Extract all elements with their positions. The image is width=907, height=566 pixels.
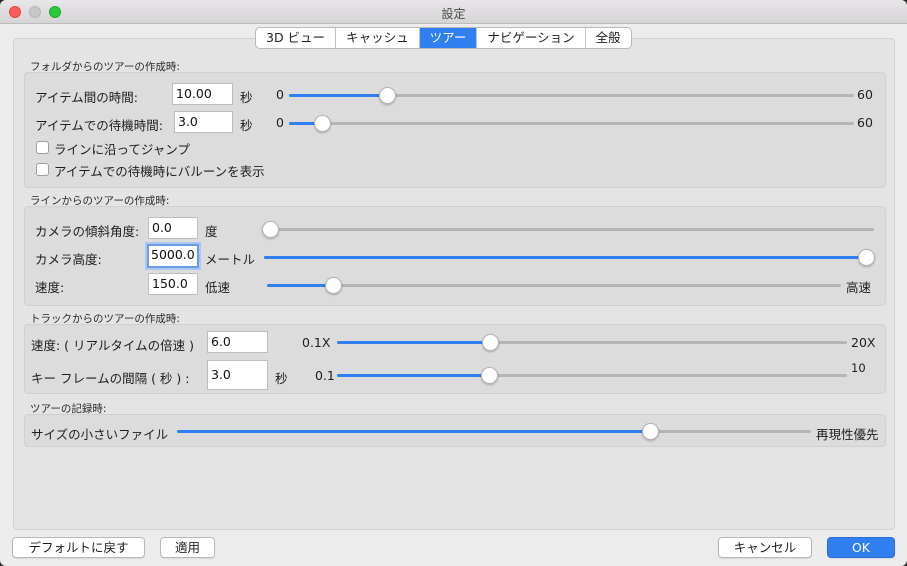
- tab-general[interactable]: 全般: [586, 28, 631, 48]
- wait-time-input[interactable]: 3.0: [174, 111, 233, 133]
- tour-settings-panel: フォルダからのツアーの作成時: アイテム間の時間: 10.00 秒 0 60 ア…: [13, 38, 895, 530]
- keyframe-interval-input[interactable]: 3.0: [207, 360, 268, 390]
- track-section-group: 速度: ( リアルタイムの倍速 ) 6.0 0.1X 20X キー フレームの間…: [24, 324, 886, 394]
- show-balloon-label[interactable]: アイテムでの待機時にバルーンを表示: [54, 161, 265, 180]
- line-section-group: カメラの傾斜角度: 0.0 度 カメラ高度: 5000.0 メートル 速度: 1…: [24, 206, 886, 306]
- time-between-slider-knob[interactable]: [379, 87, 396, 104]
- line-speed-slider[interactable]: [267, 277, 841, 294]
- record-section-group: サイズの小さいファイル 再現性優先: [24, 414, 886, 447]
- line-speed-label: 速度:: [35, 280, 65, 295]
- line-speed-input[interactable]: 150.0: [148, 273, 198, 295]
- camera-tilt-slider-knob[interactable]: [262, 221, 279, 238]
- keyframe-interval-label: キー フレームの間隔 ( 秒 ) :: [31, 371, 190, 386]
- camera-tilt-label: カメラの傾斜角度:: [35, 224, 140, 239]
- window-title: 設定: [441, 7, 466, 21]
- wait-time-max: 60: [857, 115, 873, 130]
- line-speed-slider-fill: [267, 284, 333, 287]
- keyframe-interval-unit: 秒: [275, 371, 288, 386]
- time-between-unit: 秒: [240, 90, 253, 105]
- restore-defaults-button[interactable]: デフォルトに戻す: [12, 537, 145, 558]
- ok-button[interactable]: OK: [827, 537, 895, 558]
- time-between-min: 0: [276, 87, 284, 102]
- track-speed-label: 速度: ( リアルタイムの倍速 ): [31, 338, 195, 353]
- line-speed-slider-knob[interactable]: [325, 277, 342, 294]
- jump-along-line-label[interactable]: ラインに沿ってジャンプ: [54, 139, 190, 158]
- wait-time-label: アイテムでの待機時間:: [35, 118, 163, 133]
- camera-altitude-unit: メートル: [205, 252, 256, 267]
- camera-altitude-slider[interactable]: [264, 249, 875, 266]
- jump-along-line-checkbox[interactable]: [36, 141, 49, 154]
- tab-tour[interactable]: ツアー: [419, 28, 478, 48]
- record-quality-max: 再現性優先: [816, 427, 879, 442]
- record-quality-slider[interactable]: [177, 423, 811, 440]
- camera-altitude-input[interactable]: 5000.0: [147, 244, 199, 268]
- keyframe-interval-slider[interactable]: [337, 367, 847, 384]
- track-speed-slider-knob[interactable]: [482, 334, 499, 351]
- record-quality-slider-knob[interactable]: [642, 423, 659, 440]
- line-speed-min: 低速: [205, 280, 231, 295]
- camera-tilt-input[interactable]: 0.0: [148, 217, 198, 239]
- camera-altitude-slider-fill: [264, 256, 866, 259]
- time-between-max: 60: [857, 87, 873, 102]
- show-balloon-checkbox[interactable]: [36, 163, 49, 176]
- wait-time-slider-knob[interactable]: [314, 115, 331, 132]
- wait-time-unit: 秒: [240, 118, 253, 133]
- wait-time-slider[interactable]: [289, 115, 854, 132]
- apply-button[interactable]: 適用: [160, 537, 215, 558]
- track-speed-min: 0.1X: [302, 335, 331, 350]
- preferences-window: 設定 3D ビュー キャッシュ ツアー ナビゲーション 全般 フォルダからのツア…: [0, 0, 907, 566]
- camera-tilt-slider[interactable]: [262, 221, 874, 238]
- track-speed-slider-fill: [337, 341, 490, 344]
- tab-navigation[interactable]: ナビゲーション: [477, 28, 586, 48]
- time-between-label: アイテム間の時間:: [35, 90, 138, 105]
- cancel-button[interactable]: キャンセル: [718, 537, 812, 558]
- keyframe-interval-slider-knob[interactable]: [481, 367, 498, 384]
- keyframe-interval-max: 10: [851, 361, 866, 375]
- tab-bar: 3D ビュー キャッシュ ツアー ナビゲーション 全般: [255, 27, 632, 49]
- camera-altitude-slider-knob[interactable]: [858, 249, 875, 266]
- track-speed-max: 20X: [851, 335, 876, 350]
- tab-3d-view[interactable]: 3D ビュー: [256, 28, 337, 48]
- tab-cache[interactable]: キャッシュ: [336, 28, 420, 48]
- camera-altitude-label: カメラ高度:: [35, 252, 102, 267]
- track-speed-slider[interactable]: [337, 334, 847, 351]
- time-between-input[interactable]: 10.00: [172, 83, 233, 105]
- camera-tilt-unit: 度: [205, 224, 218, 239]
- line-speed-max: 高速: [846, 280, 872, 295]
- track-speed-input[interactable]: 6.0: [207, 331, 268, 353]
- wait-time-min: 0: [276, 115, 284, 130]
- time-between-slider-fill: [289, 94, 387, 97]
- record-quality-min: サイズの小さいファイル: [31, 427, 169, 442]
- keyframe-interval-slider-fill: [337, 374, 489, 377]
- keyframe-interval-min: 0.1: [315, 368, 335, 383]
- title-bar: 設定: [0, 0, 907, 24]
- record-quality-slider-fill: [177, 430, 650, 433]
- folder-section-group: アイテム間の時間: 10.00 秒 0 60 アイテムでの待機時間: 3.0 秒…: [24, 72, 886, 188]
- time-between-slider[interactable]: [289, 87, 854, 104]
